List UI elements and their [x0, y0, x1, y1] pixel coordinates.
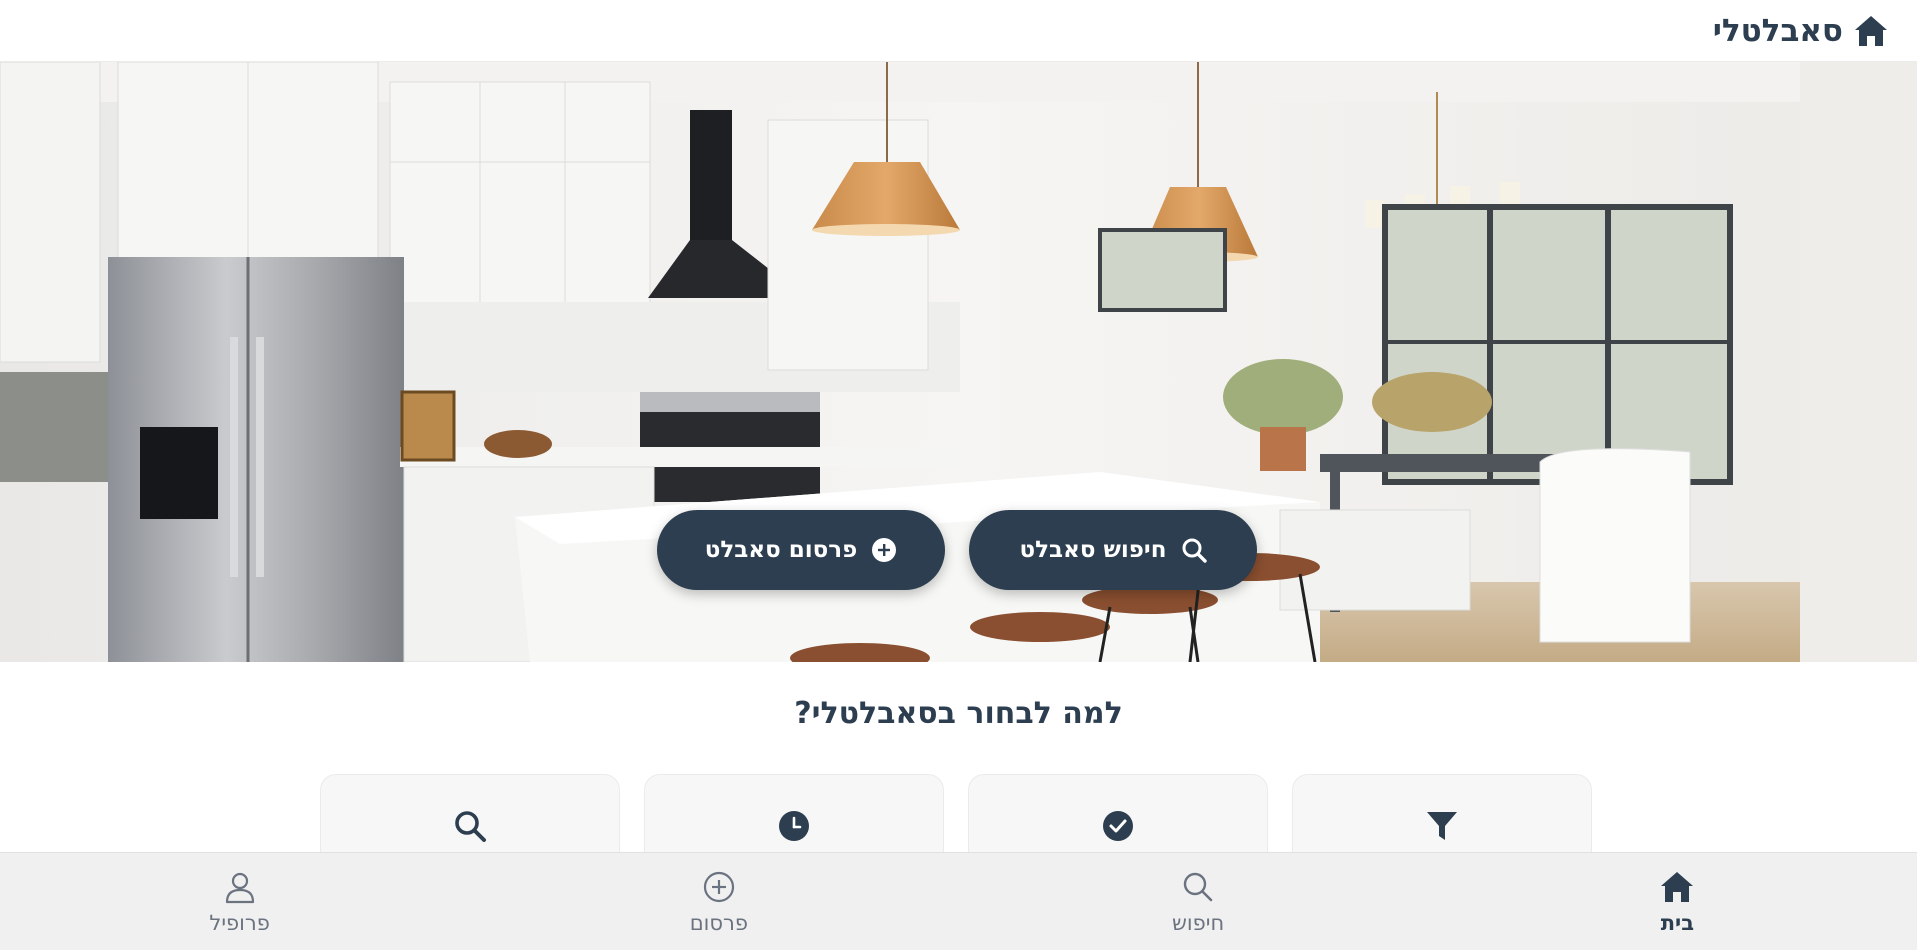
nav-item-publish[interactable]: פרסום: [479, 853, 958, 950]
top-header: סאבלטלי: [0, 0, 1917, 62]
bottom-navigation: בית חיפוש פרסום פרופיל: [0, 852, 1917, 950]
search-icon: [1181, 537, 1207, 563]
nav-item-publish-label: פרסום: [689, 910, 748, 935]
home-icon: [1659, 869, 1695, 905]
hero-actions: פרסום סאבלט חיפוש סאבלט: [657, 510, 1257, 590]
nav-item-home[interactable]: בית: [1438, 853, 1917, 950]
nav-item-profile-label: פרופיל: [209, 910, 270, 935]
user-icon: [222, 869, 258, 905]
app-title: סאבלטלי: [1712, 12, 1843, 49]
nav-item-search[interactable]: חיפוש: [959, 853, 1438, 950]
plus-circle-icon: [701, 869, 737, 905]
search-sublet-label: חיפוש סאבלט: [1019, 537, 1167, 563]
publish-sublet-label: פרסום סאבלט: [704, 537, 858, 563]
nav-item-profile[interactable]: פרופיל: [0, 853, 479, 950]
plus-circle-icon: [871, 537, 897, 563]
publish-sublet-button[interactable]: פרסום סאבלט: [657, 510, 945, 590]
hero-section: פרסום סאבלט חיפוש סאבלט: [0, 62, 1917, 662]
why-choose-heading: למה לבחור בסאבלטלי?: [794, 696, 1123, 731]
search-sublet-button[interactable]: חיפוש סאבלט: [969, 510, 1257, 590]
nav-item-home-label: בית: [1660, 910, 1695, 935]
brand[interactable]: סאבלטלי: [1713, 13, 1889, 49]
home-icon: [1853, 14, 1889, 48]
nav-item-search-label: חיפוש: [1172, 910, 1225, 935]
search-icon: [1180, 869, 1216, 905]
